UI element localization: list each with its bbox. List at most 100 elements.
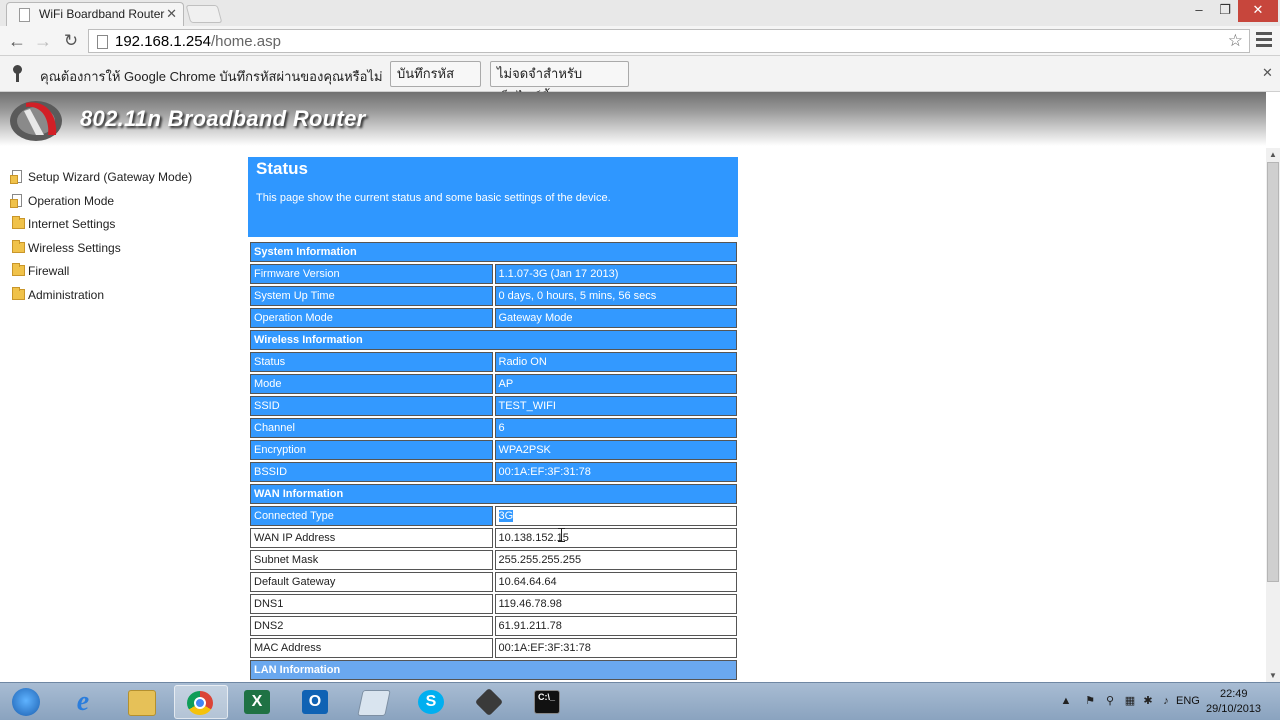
table-row: Subnet Mask 255.255.255.255	[250, 550, 737, 570]
row-label: Mode	[250, 374, 493, 394]
row-value: AP	[494, 374, 737, 394]
row-value: Radio ON	[494, 352, 737, 372]
page-icon	[97, 35, 108, 49]
row-value: 00:1A:EF:3F:31:78	[494, 638, 737, 658]
row-label: System Up Time	[250, 286, 493, 306]
table-row: Channel 6	[250, 418, 737, 438]
close-infobar-icon[interactable]: ✕	[1262, 65, 1273, 81]
outlook-icon: O	[302, 690, 328, 714]
nav-setup-wizard[interactable]: Setup Wizard (Gateway Mode)	[10, 168, 240, 192]
volume-icon[interactable]: ♪	[1160, 695, 1172, 707]
taskbar-chrome[interactable]	[174, 685, 228, 719]
taskbar-tool[interactable]	[464, 685, 518, 719]
row-value: 00:1A:EF:3F:31:78	[494, 462, 737, 482]
save-password-button[interactable]: บันทึกรหัสผ่าน	[390, 61, 481, 105]
row-label: Firmware Version	[250, 264, 493, 284]
row-label: Encryption	[250, 440, 493, 460]
bluetooth-icon[interactable]: ✱	[1142, 695, 1154, 707]
side-navigation: Setup Wizard (Gateway Mode) Operation Mo…	[10, 168, 240, 309]
url-path: /home.asp	[210, 33, 281, 50]
close-tab-icon[interactable]: ✕	[166, 6, 177, 22]
nav-label: Wireless Settings	[28, 240, 121, 255]
table-row: MAC Address 00:1A:EF:3F:31:78	[250, 638, 737, 658]
table-row: Default Gateway 10.64.64.64	[250, 572, 737, 592]
taskbar-file-explorer[interactable]	[116, 685, 170, 719]
nav-operation-mode[interactable]: Operation Mode	[10, 192, 240, 216]
row-label: Connected Type	[250, 506, 493, 526]
taskbar-notepad[interactable]	[348, 685, 402, 719]
url-text[interactable]: 192.168.1.254/home.asp	[115, 33, 281, 50]
row-value: 10.138.152.15	[494, 528, 737, 548]
nav-label: Operation Mode	[28, 193, 115, 208]
taskbar: e X O S C:\_ ▲ ⚑ ⚲ ▦ ✱ ♪ ENG 22:49 29/10…	[0, 682, 1280, 720]
language-indicator[interactable]: ENG	[1176, 695, 1200, 707]
section-row: System Information	[250, 242, 737, 262]
browser-tab[interactable]: WiFi Boardband Router ✕	[6, 2, 184, 26]
tab-title: WiFi Boardband Router	[39, 7, 165, 21]
row-label: Channel	[250, 418, 493, 438]
nav-label: Administration	[28, 287, 105, 302]
table-row: SSID TEST_WIFI	[250, 396, 737, 416]
row-label: SSID	[250, 396, 493, 416]
taskbar-command-prompt[interactable]: C:\_	[522, 685, 576, 719]
row-value: 1.1.07-3G (Jan 17 2013)	[494, 264, 737, 284]
bookmark-star-icon[interactable]: ☆	[1228, 31, 1243, 51]
section-row: Wireless Information	[250, 330, 737, 350]
network-icon[interactable]: ▦	[1124, 695, 1136, 707]
notepad-icon	[357, 690, 391, 716]
forward-arrow-icon[interactable]: →	[32, 30, 54, 52]
tool-icon	[474, 687, 504, 717]
table-row: BSSID 00:1A:EF:3F:31:78	[250, 462, 737, 482]
action-center-icon[interactable]: ⚑	[1084, 695, 1096, 707]
clock-time[interactable]: 22:49	[1220, 688, 1248, 700]
status-table: System Information Firmware Version 1.1.0…	[248, 240, 739, 682]
row-value: 0 days, 0 hours, 5 mins, 56 secs	[494, 286, 737, 306]
chrome-icon	[187, 691, 213, 715]
section-heading: WAN Information	[250, 484, 737, 504]
table-row: WAN IP Address 10.138.152.15	[250, 528, 737, 548]
nav-label: Firewall	[28, 264, 70, 278]
section-heading: Wireless Information	[250, 330, 737, 350]
scroll-thumb[interactable]	[1267, 162, 1279, 582]
status-content: Status This page show the current status…	[248, 157, 739, 682]
start-button[interactable]	[0, 685, 54, 719]
internet-explorer-icon: e	[76, 686, 90, 717]
table-row: Firmware Version 1.1.07-3G (Jan 17 2013)	[250, 264, 737, 284]
usb-icon[interactable]: ⚲	[1104, 695, 1116, 707]
taskbar-skype[interactable]: S	[406, 685, 460, 719]
row-value: TEST_WIFI	[494, 396, 737, 416]
key-icon	[13, 65, 22, 82]
scroll-down-icon[interactable]: ▼	[1269, 671, 1277, 680]
new-tab-button[interactable]	[185, 5, 223, 23]
page-description: This page show the current status and so…	[256, 192, 611, 204]
router-banner: 802.11n Broadband Router	[0, 92, 1266, 146]
nav-firewall[interactable]: Firewall	[10, 262, 240, 286]
minimize-button[interactable]: –	[1186, 0, 1212, 22]
chrome-menu-icon[interactable]	[1256, 32, 1272, 50]
folder-icon	[12, 263, 25, 276]
row-label: DNS2	[250, 616, 493, 636]
reload-icon[interactable]: ↻	[60, 30, 82, 52]
nav-internet-settings[interactable]: Internet Settings	[10, 215, 240, 239]
scroll-up-icon[interactable]: ▲	[1269, 150, 1277, 159]
close-window-button[interactable]: ✕	[1238, 0, 1278, 22]
back-arrow-icon[interactable]: ←	[6, 30, 28, 52]
page-scrollbar[interactable]: ▲ ▼	[1266, 148, 1280, 682]
row-value: 119.46.78.98	[494, 594, 737, 614]
table-row: Encryption WPA2PSK	[250, 440, 737, 460]
show-hidden-icons-icon[interactable]: ▲	[1060, 695, 1072, 707]
maximize-button[interactable]: ❐	[1212, 0, 1238, 22]
taskbar-internet-explorer[interactable]: e	[58, 685, 112, 719]
clock-date[interactable]: 29/10/2013	[1206, 703, 1261, 715]
taskbar-outlook[interactable]: O	[290, 685, 344, 719]
address-bar[interactable]: 192.168.1.254/home.asp ☆	[88, 29, 1250, 53]
never-for-site-button[interactable]: ไม่จดจำสำหรับเว็บไซต์นี้	[490, 61, 629, 105]
infobar-message: คุณต้องการให้ Google Chrome บันทึกรหัสผ่…	[40, 69, 383, 84]
text-cursor-icon	[558, 528, 565, 542]
nav-administration[interactable]: Administration	[10, 286, 240, 310]
table-row: Mode AP	[250, 374, 737, 394]
taskbar-excel[interactable]: X	[232, 685, 286, 719]
banner-title: 802.11n Broadband Router	[80, 106, 366, 131]
row-label: Default Gateway	[250, 572, 493, 592]
nav-wireless-settings[interactable]: Wireless Settings	[10, 239, 240, 263]
